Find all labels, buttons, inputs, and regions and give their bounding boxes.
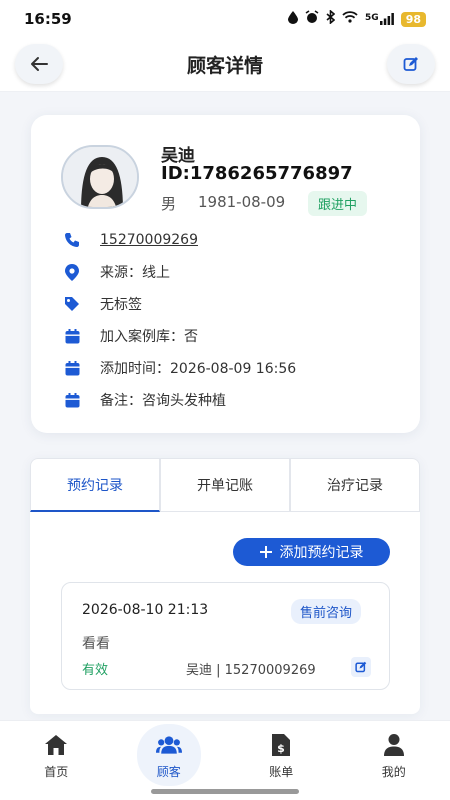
avatar <box>61 145 139 209</box>
case-library-row: 加入案例库：否 <box>63 325 198 347</box>
svg-text:$: $ <box>277 742 285 755</box>
tab-billing[interactable]: 开单记账 <box>160 458 290 512</box>
page-title: 顾客详情 <box>186 55 263 77</box>
home-icon <box>43 733 69 757</box>
source-text: 来源：线上 <box>100 265 170 281</box>
record-type-badge: 售前咨询 <box>291 599 362 624</box>
nav-profile[interactable]: 我的 <box>338 721 450 800</box>
edit-icon <box>355 661 367 673</box>
tab-bar: 预约记录 开单记账 治疗记录 <box>30 458 420 512</box>
plus-icon <box>259 546 272 558</box>
profile-card: 吴迪 ID:1786265776897 男 1981-08-09 跟进中 152… <box>31 115 420 433</box>
remark-text: 备注：咨询头发种植 <box>100 393 226 409</box>
edit-icon <box>403 57 418 71</box>
edit-button[interactable] <box>387 44 435 84</box>
tags-text: 无标签 <box>100 297 142 313</box>
customer-birthday: 1981-08-09 <box>198 193 286 211</box>
add-appointment-label: 添加预约记录 <box>279 545 364 561</box>
wifi-icon <box>342 11 358 27</box>
status-time: 16:59 <box>24 10 72 28</box>
bottom-nav: 首页 顾客 $ 账单 我的 <box>0 720 450 800</box>
added-time-row: 添加时间：2026-08-09 16:56 <box>63 357 296 379</box>
nav-home-label: 首页 <box>44 765 69 779</box>
network-type: 5G <box>365 13 379 23</box>
status-bar: 16:59 5G 98 <box>0 0 450 38</box>
source-row: 来源：线上 <box>63 261 170 283</box>
nav-home[interactable]: 首页 <box>0 721 113 800</box>
bluetooth-icon <box>326 9 336 28</box>
bill-icon: $ <box>268 733 294 757</box>
signal-icon: 5G <box>365 13 394 25</box>
records-panel: 预约记录 开单记账 治疗记录 添加预约记录 2026-08-10 21:13 售… <box>30 458 420 714</box>
status-icons: 5G 98 <box>288 9 426 28</box>
case-library-text: 加入案例库：否 <box>100 329 198 345</box>
nav-profile-label: 我的 <box>381 765 406 779</box>
nav-bills-label: 账单 <box>269 765 294 779</box>
customer-id: ID:1786265776897 <box>161 163 353 184</box>
remark-row: 备注：咨询头发种植 <box>63 389 226 411</box>
tag-icon <box>63 295 81 313</box>
calendar-icon <box>63 391 81 409</box>
nav-customers-label: 顾客 <box>156 765 181 779</box>
calendar-icon <box>63 327 81 345</box>
tab-appointments[interactable]: 预约记录 <box>30 458 160 512</box>
water-drop-icon <box>288 10 299 28</box>
home-indicator <box>151 789 299 794</box>
record-datetime: 2026-08-10 21:13 <box>82 602 209 618</box>
tags-row: 无标签 <box>63 293 142 315</box>
calendar-icon <box>63 359 81 377</box>
tab-treatments[interactable]: 治疗记录 <box>290 458 420 512</box>
phone-icon <box>63 231 81 249</box>
appointment-record[interactable]: 2026-08-10 21:13 售前咨询 看看 有效 吴迪 | 1527000… <box>61 582 390 690</box>
profile-icon <box>381 733 407 757</box>
record-edit-button[interactable] <box>351 657 371 677</box>
add-appointment-button[interactable]: 添加预约记录 <box>233 538 390 566</box>
customers-icon <box>155 733 182 757</box>
back-button[interactable] <box>15 44 63 84</box>
phone-number[interactable]: 15270009269 <box>100 232 198 248</box>
battery-indicator: 98 <box>400 11 426 27</box>
customer-gender: 男 <box>161 195 177 213</box>
record-note: 看看 <box>82 636 110 652</box>
location-icon <box>63 263 81 281</box>
arrow-left-icon <box>31 57 48 71</box>
phone-row[interactable]: 15270009269 <box>63 229 198 251</box>
alarm-icon <box>305 10 319 28</box>
added-time-text: 添加时间：2026-08-09 16:56 <box>100 361 297 377</box>
record-staff: 吴迪 | 15270009269 <box>186 663 316 678</box>
status-badge: 跟进中 <box>308 191 368 216</box>
record-validity: 有效 <box>82 663 109 678</box>
app-header: 顾客详情 <box>0 38 450 92</box>
